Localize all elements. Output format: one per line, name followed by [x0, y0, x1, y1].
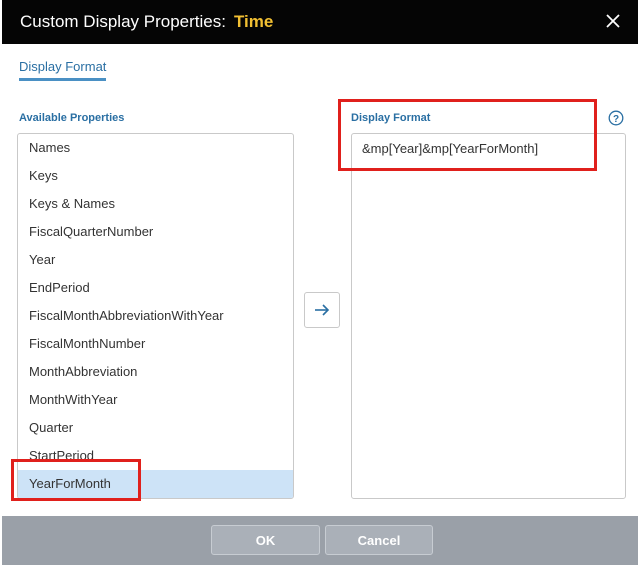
dialog-title-dimension: Time: [233, 12, 274, 31]
list-item-quarter[interactable]: Quarter: [18, 414, 293, 442]
list-item-end-period[interactable]: EndPeriod: [18, 274, 293, 302]
cancel-button[interactable]: Cancel: [325, 525, 433, 555]
dialog-title: Custom Display Properties: Time: [20, 12, 273, 32]
list-item-year[interactable]: Year: [18, 246, 293, 274]
display-format-value[interactable]: &mp[Year]&mp[YearForMonth]: [362, 141, 538, 156]
available-properties-list[interactable]: Names Keys Keys & Names FiscalQuarterNum…: [17, 133, 294, 499]
add-property-button[interactable]: [304, 292, 340, 328]
list-item-fiscal-month-number[interactable]: FiscalMonthNumber: [18, 330, 293, 358]
help-icon[interactable]: ?: [608, 110, 624, 126]
list-item-month-with-year[interactable]: MonthWithYear: [18, 386, 293, 414]
list-item-keys-and-names[interactable]: Keys & Names: [18, 190, 293, 218]
list-item-names[interactable]: Names: [18, 134, 293, 162]
list-item-fiscal-month-abbreviation-with-year[interactable]: FiscalMonthAbbreviationWithYear: [18, 302, 293, 330]
dialog-footer: OK Cancel: [2, 516, 638, 565]
list-item-fiscal-quarter-number[interactable]: FiscalQuarterNumber: [18, 218, 293, 246]
close-icon: [606, 14, 620, 28]
dialog-titlebar: Custom Display Properties: Time: [2, 0, 638, 44]
arrow-right-icon: [315, 304, 330, 316]
display-format-label: Display Format: [351, 112, 431, 124]
list-item-keys[interactable]: Keys: [18, 162, 293, 190]
display-format-editor[interactable]: &mp[Year]&mp[YearForMonth]: [351, 133, 626, 499]
tab-display-format[interactable]: Display Format: [19, 59, 107, 81]
list-item-year-for-month[interactable]: YearForMonth: [18, 470, 293, 498]
close-button[interactable]: [602, 10, 624, 32]
available-properties-label: Available Properties: [19, 112, 125, 124]
svg-text:?: ?: [613, 114, 619, 125]
ok-button[interactable]: OK: [211, 525, 320, 555]
dialog-title-prefix: Custom Display Properties:: [20, 12, 226, 31]
list-item-start-period[interactable]: StartPeriod: [18, 442, 293, 470]
list-item-month-abbreviation[interactable]: MonthAbbreviation: [18, 358, 293, 386]
